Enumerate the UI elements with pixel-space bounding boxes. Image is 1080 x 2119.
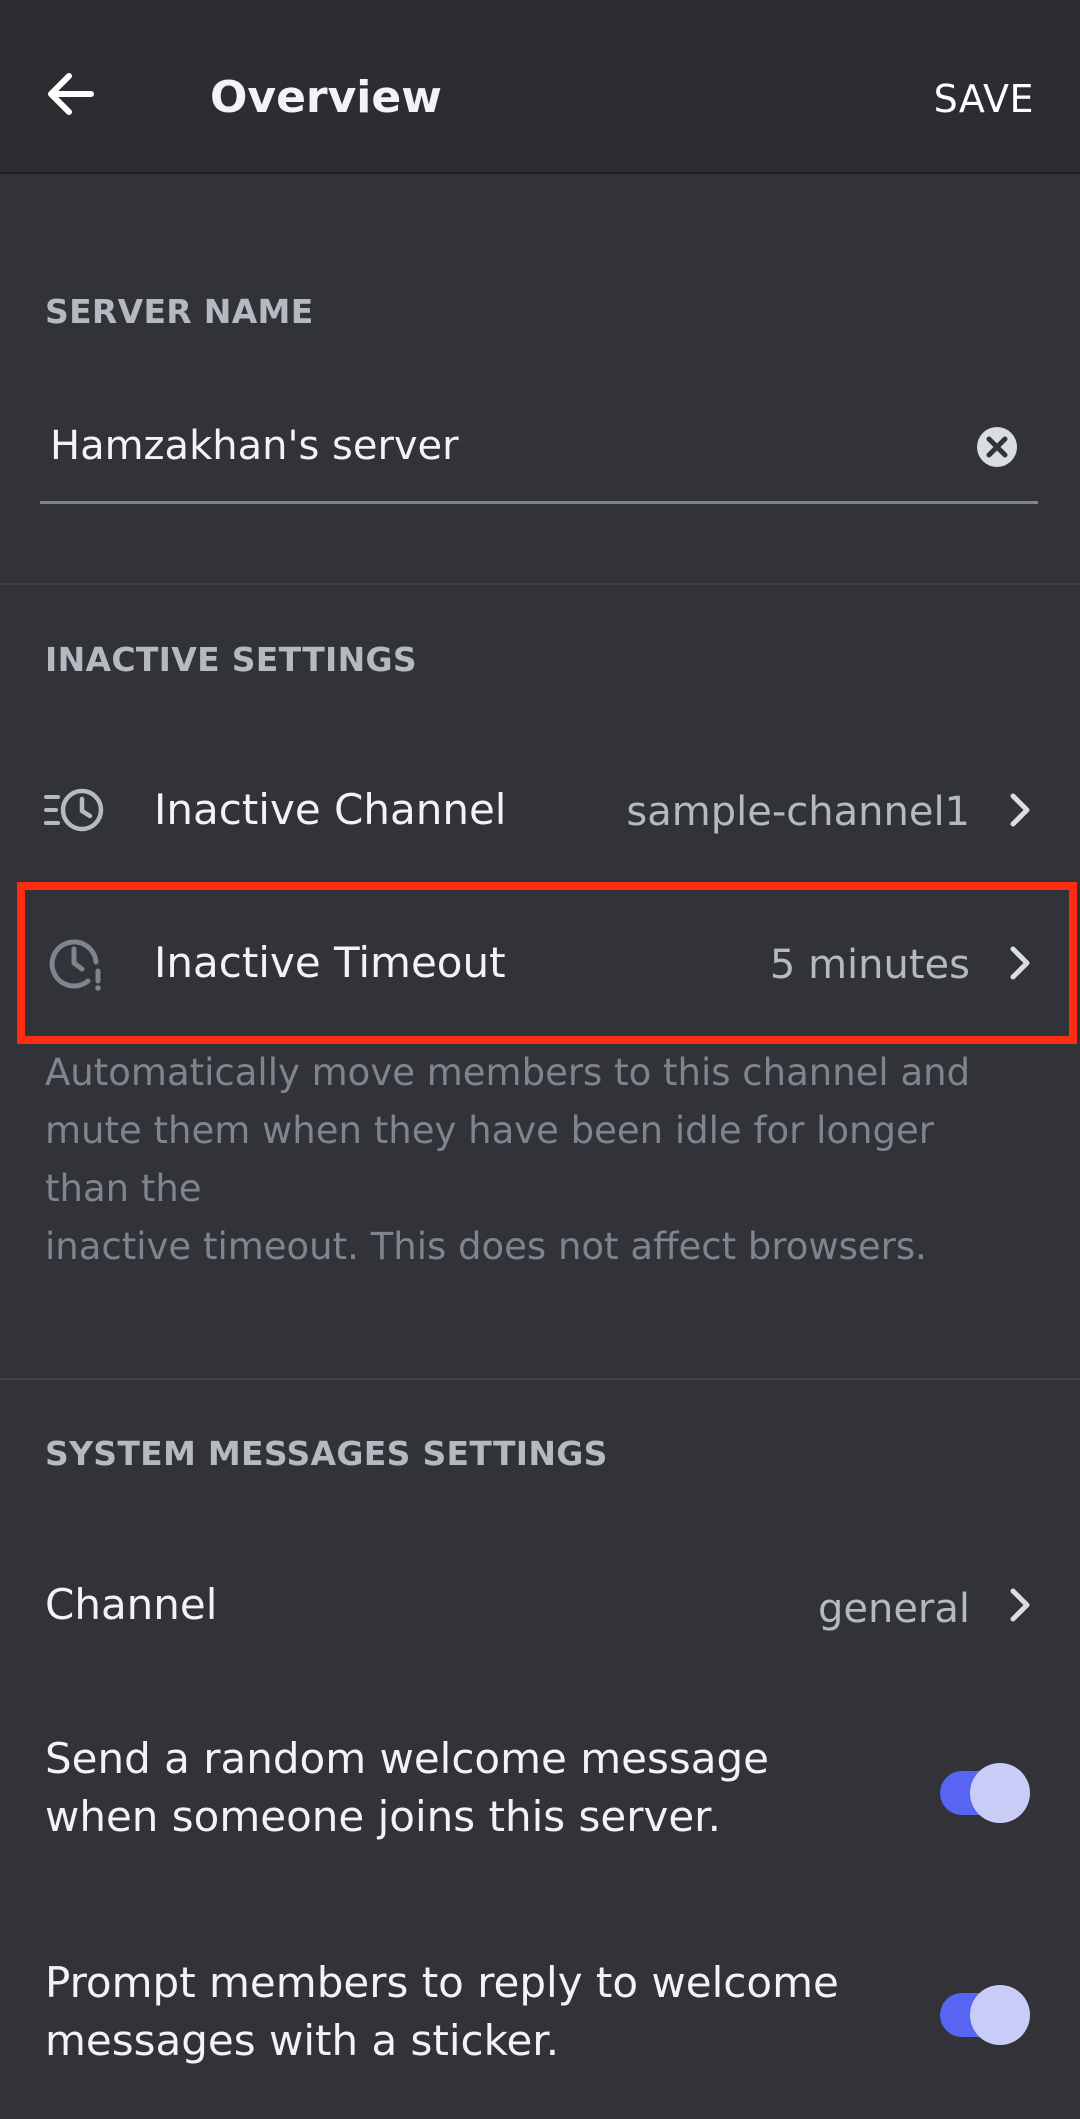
system-channel-row[interactable]: Channel general: [0, 1565, 1080, 1645]
divider: [0, 583, 1080, 585]
welcome-message-line: when someone joins this server.: [45, 1792, 721, 1841]
arrow-left-icon: [48, 73, 94, 115]
system-channel-value: general: [817, 1586, 970, 1632]
help-text-line: than the: [45, 1167, 202, 1210]
server-name-input[interactable]: [50, 416, 950, 476]
highlight-annotation: [17, 882, 1077, 1044]
chevron-right-icon: [1010, 793, 1030, 827]
inactive-channel-value: sample-channel1: [626, 789, 970, 835]
help-text-line: inactive timeout. This does not affect b…: [45, 1225, 927, 1268]
page-title: Overview: [210, 72, 442, 123]
sticker-prompt-toggle[interactable]: [940, 1985, 1030, 2045]
sticker-prompt-line: Prompt members to reply to welcome: [45, 1958, 839, 2007]
chevron-right-icon: [1010, 1588, 1030, 1622]
app-header: Overview SAVE: [0, 0, 1080, 174]
inactive-settings-section-label: INACTIVE SETTINGS: [45, 640, 417, 679]
server-name-field: [40, 400, 1038, 504]
list-clock-icon: [44, 788, 104, 832]
welcome-message-text: Send a random welcome message when someo…: [45, 1730, 885, 1846]
toggle-knob: [970, 1763, 1030, 1823]
back-button[interactable]: [40, 64, 100, 124]
welcome-message-line: Send a random welcome message: [45, 1734, 769, 1783]
toggle-knob: [970, 1985, 1030, 2045]
inactive-channel-label: Inactive Channel: [154, 785, 507, 834]
help-text-line: mute them when they have been idle for l…: [45, 1109, 934, 1152]
server-name-section-label: SERVER NAME: [45, 292, 314, 331]
system-channel-label: Channel: [45, 1580, 218, 1629]
divider: [0, 1378, 1080, 1380]
system-messages-section-label: SYSTEM MESSAGES SETTINGS: [45, 1434, 608, 1473]
inactive-channel-row[interactable]: Inactive Channel sample-channel1: [0, 770, 1080, 850]
clear-circle-x-icon[interactable]: [976, 426, 1018, 468]
inactive-help-text: Automatically move members to this chann…: [45, 1044, 1045, 1276]
sticker-prompt-text: Prompt members to reply to welcome messa…: [45, 1954, 885, 2070]
save-button[interactable]: SAVE: [934, 74, 1034, 124]
sticker-prompt-line: messages with a sticker.: [45, 2016, 560, 2065]
help-text-line: Automatically move members to this chann…: [45, 1051, 971, 1094]
welcome-message-toggle[interactable]: [940, 1763, 1030, 1823]
